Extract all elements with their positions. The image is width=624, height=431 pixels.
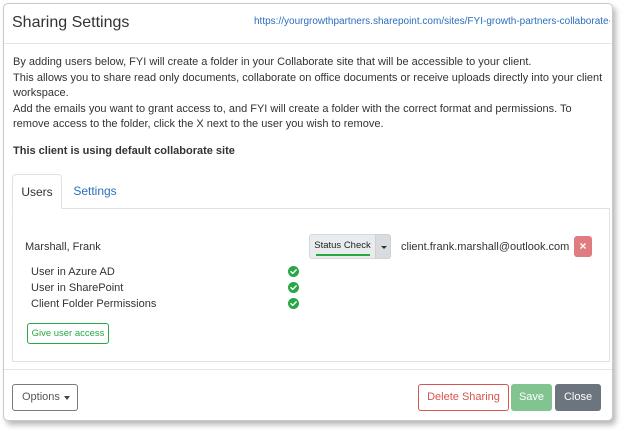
close-icon: × bbox=[579, 239, 587, 253]
user-email: client.frank.marshall@outlook.com bbox=[401, 241, 570, 253]
status-check-button[interactable]: Status Check bbox=[309, 234, 375, 259]
save-button[interactable]: Save bbox=[511, 384, 552, 411]
check-sharepoint-label: User in SharePoint bbox=[31, 282, 124, 294]
user-name: Marshall, Frank bbox=[25, 241, 101, 253]
status-check-label: Status Check bbox=[314, 240, 371, 251]
caret-down-icon bbox=[64, 396, 70, 400]
instructions: By adding users below, FYI will create a… bbox=[13, 55, 609, 133]
close-button[interactable]: Close bbox=[555, 384, 601, 411]
options-button[interactable]: Options bbox=[12, 384, 78, 411]
dialog-title: Sharing Settings bbox=[12, 14, 130, 31]
instruction-paragraph: This allows you to share read only docum… bbox=[13, 71, 603, 100]
caret-down-icon[interactable] bbox=[375, 234, 391, 259]
status-check-group: Status Check bbox=[309, 234, 391, 259]
tab-users[interactable]: Users bbox=[12, 174, 62, 209]
instruction-paragraph: By adding users below, FYI will create a… bbox=[13, 56, 532, 68]
tab-bar: Users Settings bbox=[12, 174, 610, 209]
check-folder-permissions-label: Client Folder Permissions bbox=[31, 298, 157, 310]
sharepoint-url-link[interactable]: https://yourgrowthpartners.sharepoint.co… bbox=[254, 16, 610, 27]
check-circle-icon bbox=[288, 298, 299, 309]
check-circle-icon bbox=[288, 282, 299, 293]
delete-sharing-button[interactable]: Delete Sharing bbox=[418, 384, 509, 411]
users-panel: Marshall, Frank Status Check client.fran… bbox=[12, 208, 610, 362]
remove-user-button[interactable]: × bbox=[574, 236, 592, 257]
check-azure-ad-label: User in Azure AD bbox=[31, 266, 115, 278]
tab-settings[interactable]: Settings bbox=[62, 174, 128, 208]
default-site-note: This client is using default collaborate… bbox=[13, 145, 235, 157]
dialog-footer: Options Delete Sharing Save Close bbox=[4, 369, 612, 420]
dialog-header: Sharing Settings https://yourgrowthpartn… bbox=[4, 4, 612, 44]
sharing-settings-dialog: Sharing Settings https://yourgrowthpartn… bbox=[3, 3, 613, 421]
give-user-access-button[interactable]: Give user access bbox=[27, 323, 109, 344]
check-circle-icon bbox=[288, 266, 299, 277]
instruction-paragraph: Add the emails you want to grant access … bbox=[13, 102, 572, 131]
options-label: Options bbox=[22, 391, 60, 403]
status-ok-underline bbox=[316, 254, 370, 256]
